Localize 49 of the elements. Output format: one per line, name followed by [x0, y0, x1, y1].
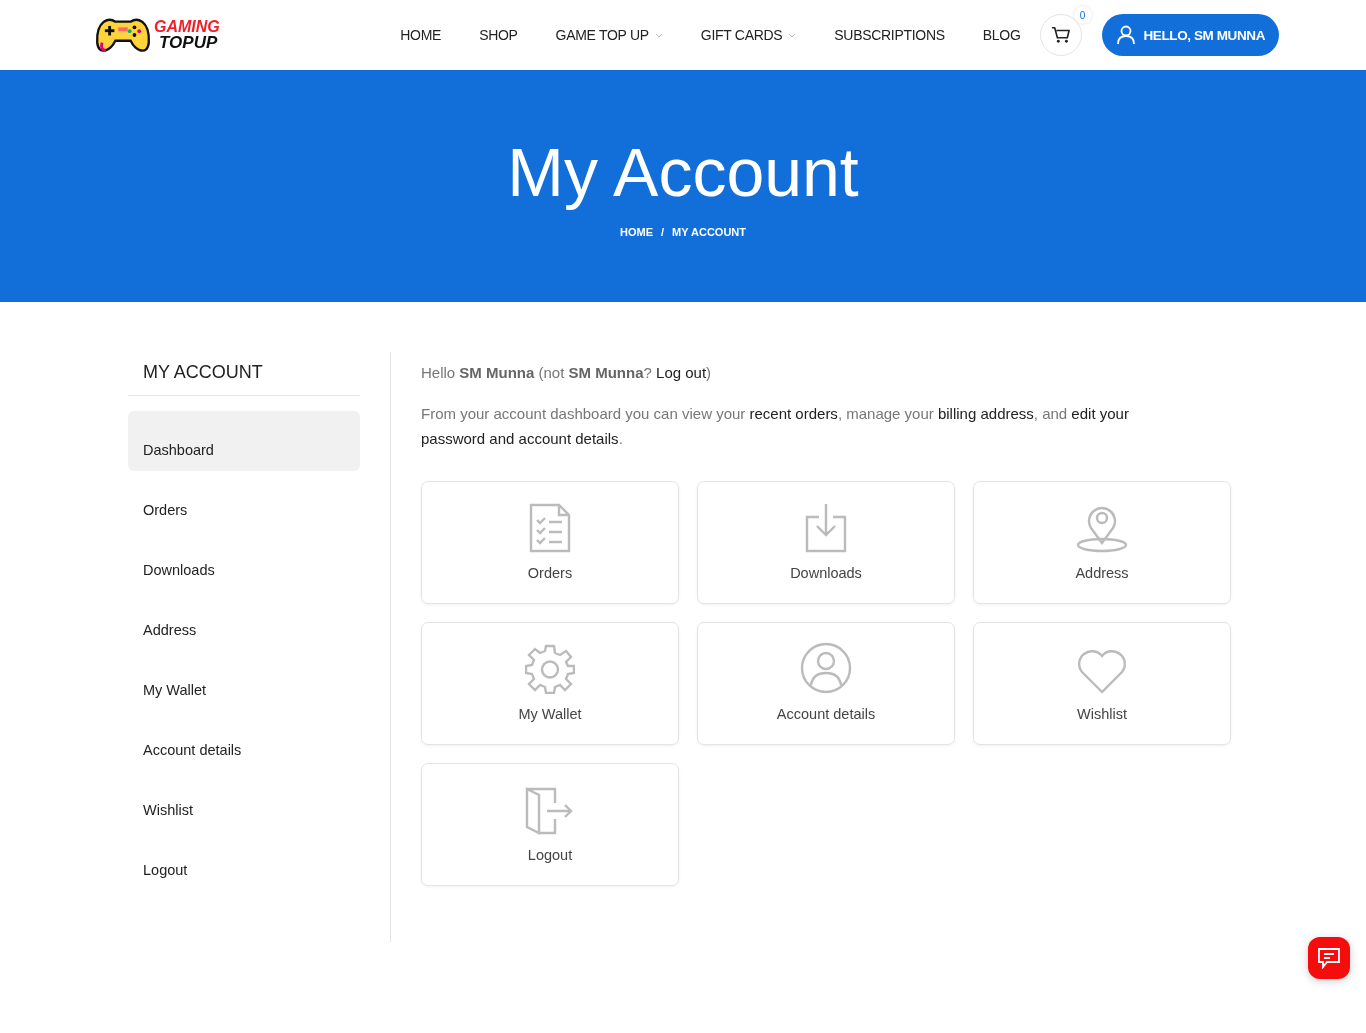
user-circle-icon: [800, 642, 852, 694]
nav-link[interactable]: GIFT CARDS: [681, 27, 816, 43]
greeting-text: Hello SM Munna (not SM Munna? Log out): [421, 364, 713, 381]
breadcrumb-link[interactable]: HOME: [620, 226, 653, 238]
sidebar-item[interactable]: Downloads: [128, 531, 360, 591]
sidebar-item[interactable]: Dashboard: [128, 411, 360, 471]
user-icon: [1115, 25, 1136, 45]
dashboard-tile[interactable]: Downloads: [697, 481, 955, 604]
intro-text: From your account dashboard you can view your recent orders, manage your billing address, and edit your password and account details.: [421, 404, 1130, 449]
chat-button[interactable]: [1308, 937, 1350, 979]
sidebar-item[interactable]: Logout: [128, 831, 360, 891]
chat-bubble-icon: [1317, 947, 1341, 969]
text-link[interactable]: billing address: [937, 405, 1034, 422]
logo-text[interactable]: GAMING: [154, 19, 220, 35]
checklist-document-icon: [529, 503, 571, 553]
gear-icon: [525, 644, 575, 694]
sidebar-item[interactable]: Orders: [128, 471, 360, 531]
dashboard-tile[interactable]: Orders: [421, 481, 679, 604]
sidebar-title: MY ACCOUNT: [128, 352, 360, 396]
nav-link[interactable]: SHOP: [460, 27, 537, 43]
dashboard-tile[interactable]: Address: [973, 481, 1231, 604]
caret-icon: [788, 32, 797, 38]
dashboard-tile[interactable]: My Wallet: [421, 622, 679, 745]
heart-icon: [1076, 648, 1128, 694]
text-link[interactable]: edit your: [1071, 405, 1129, 422]
caret-icon: [654, 32, 663, 38]
logout-link[interactable]: Log out: [656, 364, 707, 381]
nav-link[interactable]: HOME: [381, 27, 461, 43]
text-link[interactable]: recent orders: [749, 405, 838, 422]
logo-text[interactable]: TOPUP: [154, 35, 220, 51]
breadcrumb-separator: /: [661, 226, 665, 238]
sidebar-item[interactable]: Account details: [128, 711, 360, 771]
page-title: My Account: [507, 133, 859, 212]
breadcrumb-current-page-text: MY ACCOUNT: [672, 226, 746, 238]
account-button[interactable]: HELLO, SM MUNNA: [1101, 14, 1279, 56]
door-exit-icon: [525, 787, 575, 835]
nav-link[interactable]: BLOG: [963, 27, 1040, 43]
cart-count-badge: 0: [1073, 6, 1092, 24]
nav-link[interactable]: GAME TOP UP: [536, 27, 682, 43]
cart-icon: [1050, 26, 1071, 44]
text-link[interactable]: password and account details: [421, 430, 619, 447]
download-tray-icon: [805, 503, 847, 553]
sidebar-item[interactable]: Address: [128, 591, 360, 651]
dashboard-tile[interactable]: Logout: [421, 763, 679, 886]
nav-link[interactable]: SUBSCRIPTIONS: [815, 27, 964, 43]
dashboard-tile[interactable]: Account details: [697, 622, 955, 745]
sidebar-item[interactable]: My Wallet: [128, 651, 360, 711]
dashboard-tile[interactable]: Wishlist: [973, 622, 1231, 745]
sidebar-item[interactable]: Wishlist: [128, 771, 360, 831]
